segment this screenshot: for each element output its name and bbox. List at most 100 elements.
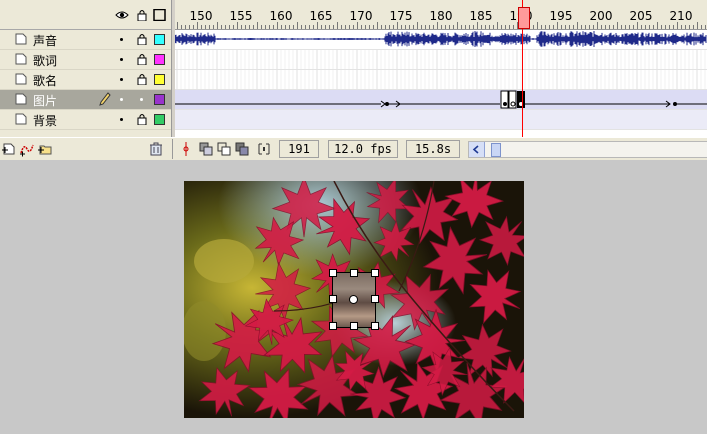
ruler-tick xyxy=(369,25,370,29)
layer-name: 歌名 xyxy=(33,74,58,88)
layer-row-song-title[interactable]: 歌名 xyxy=(0,70,171,90)
frames-area[interactable] xyxy=(175,30,707,137)
visibility-dot[interactable] xyxy=(120,78,123,81)
ruler-tick xyxy=(213,25,214,29)
ruler-tick xyxy=(677,22,678,29)
layer-row-picture[interactable]: 图片 xyxy=(0,90,171,110)
ruler-tick xyxy=(277,22,278,29)
layer-color-swatch[interactable] xyxy=(154,94,165,105)
insert-layer-icon[interactable] xyxy=(1,141,17,157)
pencil-icon xyxy=(99,92,111,106)
delete-layer-icon[interactable] xyxy=(148,141,164,157)
layer-color-swatch[interactable] xyxy=(154,114,165,125)
ruler-tick xyxy=(501,25,502,29)
layer-row-background[interactable]: 背景 xyxy=(0,110,171,130)
scroll-left-arrow[interactable] xyxy=(469,142,485,157)
ruler-tick xyxy=(409,25,410,29)
ruler-tick xyxy=(233,25,234,29)
ruler-tick xyxy=(221,25,222,29)
ruler-tick xyxy=(609,25,610,29)
playhead-marker[interactable] xyxy=(518,7,530,29)
frame-row-picture[interactable] xyxy=(175,90,707,110)
resize-handle-right[interactable] xyxy=(371,295,379,303)
ruler-tick xyxy=(177,22,178,29)
resize-handle-top-left[interactable] xyxy=(329,269,337,277)
ruler-tick xyxy=(509,25,510,29)
ruler-tick xyxy=(581,25,582,29)
ruler-tick xyxy=(437,22,438,29)
frame-ruler[interactable]: 150 155 160 165 170 175 180 185 190 195 … xyxy=(175,0,707,30)
ruler-tick xyxy=(273,25,274,29)
resize-handle-bottom-left[interactable] xyxy=(329,322,337,330)
ruler-tick xyxy=(285,25,286,29)
ruler-tick xyxy=(381,25,382,29)
visibility-dot[interactable] xyxy=(120,38,123,41)
ruler-tick xyxy=(389,25,390,29)
resize-handle-bottom-right[interactable] xyxy=(371,322,379,330)
ruler-tick xyxy=(249,25,250,29)
timeline-horizontal-scrollbar[interactable] xyxy=(468,141,707,158)
lock-state-icon[interactable] xyxy=(137,53,147,65)
insert-layer-folder-icon[interactable] xyxy=(37,141,53,157)
add-motion-guide-icon[interactable] xyxy=(19,141,35,157)
layer-name: 歌词 xyxy=(33,54,58,68)
lock-dot[interactable] xyxy=(140,98,143,101)
layer-color-swatch[interactable] xyxy=(154,34,165,45)
onion-skin-outlines-icon[interactable] xyxy=(216,141,232,157)
resize-handle-bottom[interactable] xyxy=(350,322,358,330)
edit-multiple-frames-icon[interactable] xyxy=(234,141,250,157)
onion-skin-icon[interactable] xyxy=(198,141,214,157)
resize-handle-left[interactable] xyxy=(329,295,337,303)
lock-state-icon[interactable] xyxy=(137,73,147,85)
center-frame-icon[interactable] xyxy=(178,141,194,157)
ruler-tick xyxy=(205,25,206,29)
modify-onion-markers-icon[interactable] xyxy=(256,141,272,157)
layer-color-swatch[interactable] xyxy=(154,54,165,65)
ruler-tick xyxy=(201,25,202,29)
visibility-dot[interactable] xyxy=(120,118,123,121)
ruler-tick xyxy=(685,25,686,29)
layer-color-swatch[interactable] xyxy=(154,74,165,85)
frame-row-song-title[interactable] xyxy=(175,70,707,90)
ruler-tick xyxy=(497,22,498,29)
ruler-tick xyxy=(513,25,514,29)
ruler-label: 160 xyxy=(269,9,293,23)
layer-row-lyrics[interactable]: 歌词 xyxy=(0,50,171,70)
frame-rate-readout[interactable]: 12.0 fps xyxy=(328,140,398,158)
ruler-tick xyxy=(217,22,218,29)
ruler-tick xyxy=(417,22,418,29)
lock-state-icon[interactable] xyxy=(137,113,147,125)
ruler-tick xyxy=(569,25,570,29)
visibility-dot[interactable] xyxy=(120,98,123,101)
resize-handle-top-right[interactable] xyxy=(371,269,379,277)
ruler-tick xyxy=(617,22,618,29)
ruler-tick xyxy=(261,25,262,29)
ruler-tick xyxy=(361,25,362,29)
ruler-tick xyxy=(397,22,398,29)
scroll-thumb[interactable] xyxy=(491,143,501,157)
ruler-tick xyxy=(545,25,546,29)
outline-icon[interactable] xyxy=(153,9,167,21)
lock-state-icon[interactable] xyxy=(137,33,147,45)
resize-handle-top[interactable] xyxy=(350,269,358,277)
frame-grid xyxy=(176,50,706,69)
layer-name: 背景 xyxy=(33,114,58,128)
ruler-tick xyxy=(589,25,590,29)
layer-row-sound[interactable]: 声音 xyxy=(0,30,171,50)
ruler-tick xyxy=(557,22,558,29)
ruler-label: 165 xyxy=(309,9,333,23)
ruler-tick xyxy=(341,25,342,29)
ruler-tick xyxy=(385,25,386,29)
visibility-dot[interactable] xyxy=(120,58,123,61)
frame-row-lyrics[interactable] xyxy=(175,50,707,70)
ruler-tick xyxy=(689,25,690,29)
lock-icon[interactable] xyxy=(135,9,149,21)
frame-row-sound[interactable] xyxy=(175,30,707,50)
frame-row-background[interactable] xyxy=(175,110,707,130)
ruler-tick xyxy=(649,25,650,29)
transform-center-point[interactable] xyxy=(349,295,358,304)
ruler-tick xyxy=(661,25,662,29)
ruler-tick xyxy=(257,22,258,29)
ruler-label: 210 xyxy=(669,9,693,23)
eye-icon[interactable] xyxy=(115,9,129,21)
